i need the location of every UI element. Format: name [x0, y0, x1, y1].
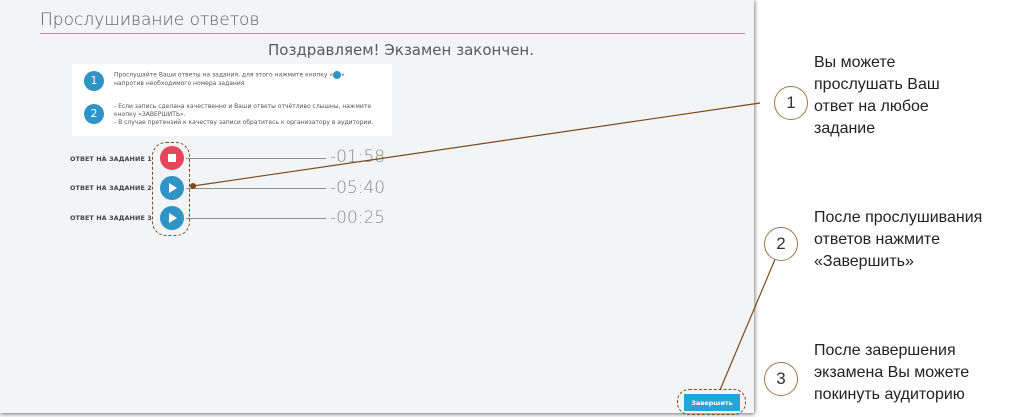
playback-buttons-highlight — [152, 142, 190, 236]
playback-track[interactable] — [186, 188, 326, 189]
callout-2-line: После прослушивания — [814, 209, 983, 226]
playback-track[interactable] — [186, 158, 326, 159]
answer-label: ОТВЕТ НА ЗАДАНИЕ 1 — [70, 155, 152, 163]
step-1-badge: 1 — [84, 71, 104, 91]
callout-3-text: После завершения экзамена Вы можете поки… — [814, 340, 969, 406]
callout-1-line: задание — [814, 120, 876, 137]
callout-1-badge: 1 — [774, 86, 808, 120]
congratulations-message: Поздравляем! Экзамен закончен. — [268, 41, 534, 59]
step-2-line1: - Если запись сделана качественно и Ваши… — [114, 103, 372, 110]
remaining-time: -05:40 — [330, 178, 386, 198]
callout-3-line: покинуть аудиторию — [814, 386, 965, 403]
instructions-panel: 1 Прослушайте Ваши ответы на задания, дл… — [72, 64, 392, 136]
step-2-badge: 2 — [84, 104, 104, 124]
callout-2-text: После прослушивания ответов нажмите «Зав… — [814, 207, 982, 273]
finish-button[interactable]: Завершить — [684, 394, 740, 411]
remaining-time: -00:25 — [330, 208, 386, 228]
step-2-line2: кнопку «ЗАВЕРШИТЬ». — [114, 111, 186, 118]
play-icon — [333, 71, 342, 79]
callout-1-line: прослушать Ваш — [814, 76, 940, 93]
callout-1-text: Вы можете прослушать Ваш ответ на любое … — [814, 52, 940, 140]
step-2-line3: - В случае претензий к качеству записи о… — [114, 119, 374, 126]
remaining-time: -01:58 — [330, 147, 386, 167]
callout-3-line: После завершения — [814, 342, 956, 359]
title-divider — [40, 33, 745, 34]
step-1-line2: напротив необходимого номера задания — [114, 79, 245, 87]
step-2-text: - Если запись сделана качественно и Ваши… — [114, 103, 390, 127]
playback-track[interactable] — [186, 218, 326, 219]
page-title: Прослушивание ответов — [40, 10, 260, 30]
callout-1-line: Вы можете — [814, 54, 896, 71]
callout-1-line: ответ на любое — [814, 98, 929, 115]
exam-screen: Прослушивание ответов Поздравляем! Экзам… — [0, 0, 754, 415]
callout-2-badge: 2 — [764, 227, 798, 261]
callout-2-line: «Завершить» — [814, 253, 914, 270]
answer-label: ОТВЕТ НА ЗАДАНИЕ 2 — [70, 184, 152, 192]
callout-3-badge: 3 — [764, 362, 798, 396]
answer-label: ОТВЕТ НА ЗАДАНИЕ 3 — [70, 214, 152, 222]
step-1-line1-end: » — [341, 71, 345, 79]
callout-2-line: ответов нажмите — [814, 231, 940, 248]
callout-3-line: экзамена Вы можете — [814, 364, 970, 381]
step-1-text: Прослушайте Ваши ответы на задания, для … — [114, 71, 390, 88]
step-1-line1: Прослушайте Ваши ответы на задания, для … — [114, 71, 334, 79]
